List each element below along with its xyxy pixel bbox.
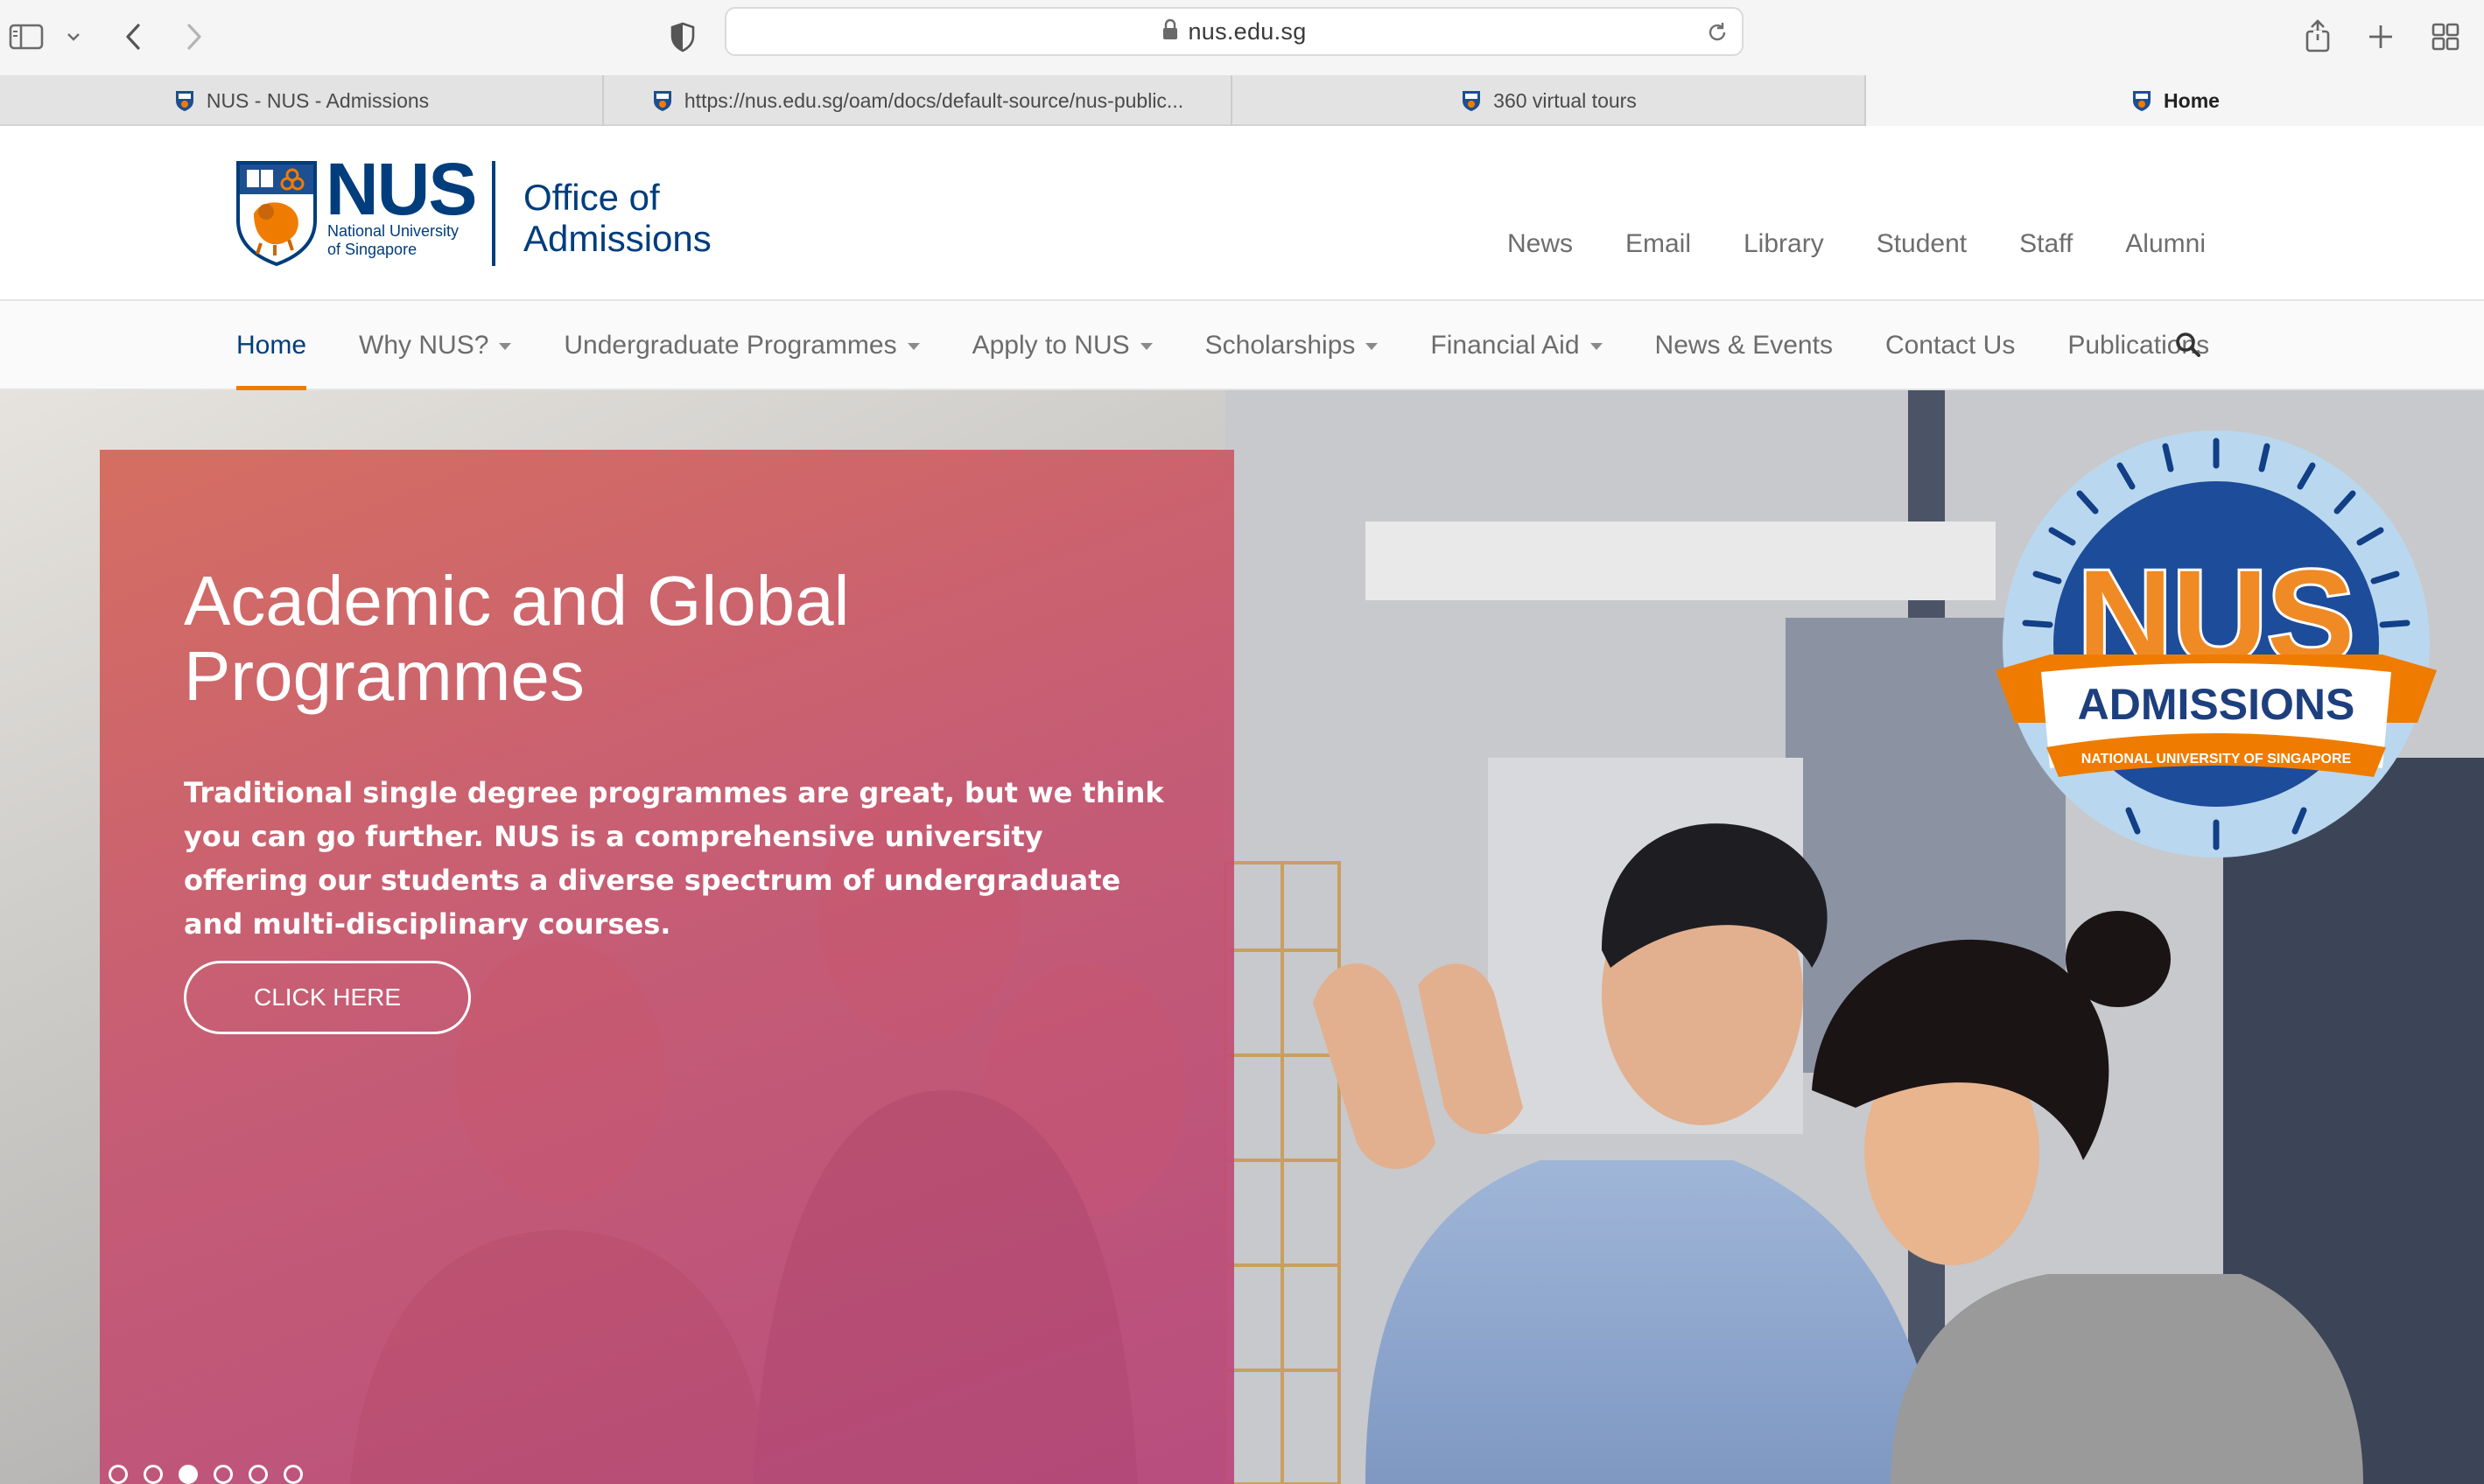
forward-icon[interactable]: [170, 12, 219, 61]
nus-admissions-badge: NUS ADMISSIONS NATIONAL UNIVERSITY OF SI…: [1996, 430, 2437, 858]
tab-nus-admissions[interactable]: NUS - NUS - Admissions: [0, 75, 604, 126]
link-student[interactable]: Student: [1877, 229, 1967, 259]
tab-label: 360 virtual tours: [1493, 88, 1637, 112]
link-news[interactable]: News: [1507, 229, 1573, 259]
badge-ribbon: ADMISSIONS: [2078, 680, 2355, 729]
caret-down-icon: [1589, 343, 1603, 350]
nav-scholarships[interactable]: Scholarships: [1205, 301, 1379, 390]
share-icon[interactable]: [2293, 12, 2342, 61]
nus-fullname-line-1: National University: [327, 222, 460, 240]
nav-label: Scholarships: [1204, 331, 1356, 360]
click-here-button[interactable]: CLICK HERE: [184, 961, 471, 1034]
nus-favicon-icon: [1460, 89, 1483, 112]
link-alumni[interactable]: Alumni: [2125, 229, 2206, 259]
hero-carousel: Academic and Global Programmes Tradition…: [0, 390, 2484, 1484]
chevron-down-icon[interactable]: [49, 12, 98, 61]
url-text: nus.edu.sg: [1188, 18, 1307, 45]
badge-ribbon-sub: NATIONAL UNIVERSITY OF SINGAPORE: [2081, 752, 2352, 766]
caret-down-icon: [907, 343, 920, 350]
logo-divider: [492, 161, 495, 266]
caret-down-icon: [499, 343, 512, 350]
nav-label: Home: [236, 331, 307, 360]
hero-title: Academic and Global Programmes: [184, 564, 1059, 713]
nus-favicon-icon: [173, 89, 196, 112]
browser-window: nus.edu.sg NUS - NUS - Admissions https:…: [0, 0, 2484, 1484]
new-tab-icon[interactable]: [2356, 12, 2405, 61]
tab-virtual-tours[interactable]: 360 virtual tours: [1232, 75, 1866, 126]
nav-label: Apply to NUS: [972, 331, 1130, 360]
nav-contact-us[interactable]: Contact Us: [1885, 301, 2015, 390]
nav-undergraduate-programmes[interactable]: Undergraduate Programmes: [564, 301, 920, 390]
nav-financial-aid[interactable]: Financial Aid: [1430, 301, 1603, 390]
nav-label: Financial Aid: [1430, 331, 1580, 360]
sidebar-toggle-icon[interactable]: [2, 12, 51, 61]
tab-label: NUS - NUS - Admissions: [206, 88, 430, 112]
tab-bar: NUS - NUS - Admissions https://nus.edu.s…: [0, 75, 2484, 126]
carousel-indicators: [109, 1465, 303, 1484]
nus-wordmark: NUS: [326, 148, 477, 230]
hero-card: Academic and Global Programmes Tradition…: [100, 450, 1234, 1484]
nav-news-events[interactable]: News & Events: [1655, 301, 1833, 390]
nav-apply-to-nus[interactable]: Apply to NUS: [972, 301, 1153, 390]
carousel-dot-5[interactable]: [249, 1465, 268, 1484]
caret-down-icon: [1140, 343, 1153, 350]
nav-label: Contact Us: [1884, 331, 2016, 360]
tab-overview-icon[interactable]: [2421, 12, 2470, 61]
carousel-dot-4[interactable]: [214, 1465, 233, 1484]
nus-favicon-icon: [2130, 89, 2153, 112]
tab-pdf[interactable]: https://nus.edu.sg/oam/docs/default-sour…: [604, 75, 1232, 126]
tab-home[interactable]: Home: [1866, 75, 2484, 126]
address-bar[interactable]: nus.edu.sg: [725, 7, 1744, 56]
nav-why-nus[interactable]: Why NUS?: [359, 301, 512, 390]
nus-favicon-icon: [651, 89, 674, 112]
nus-crest-icon: [236, 161, 317, 267]
office-title-line-2: Admissions: [523, 218, 712, 260]
search-icon[interactable]: [2174, 331, 2202, 363]
nus-fullname: National University of Singapore: [327, 222, 502, 258]
carousel-dot-6[interactable]: [284, 1465, 303, 1484]
hero-description: Traditional single degree programmes are…: [184, 776, 1164, 941]
tab-label: Home: [2164, 88, 2220, 112]
link-staff[interactable]: Staff: [2019, 229, 2073, 259]
browser-toolbar: nus.edu.sg: [0, 0, 2484, 75]
reload-icon[interactable]: [1705, 20, 1730, 49]
carousel-dot-3[interactable]: [179, 1465, 198, 1484]
hero-title-line-2: Programmes: [184, 636, 585, 715]
nus-fullname-line-2: of Singapore: [327, 240, 418, 258]
main-nav: Home Why NUS? Undergraduate Programmes A…: [0, 301, 2484, 390]
privacy-shield-icon[interactable]: [658, 12, 707, 61]
lock-icon: [1161, 18, 1179, 46]
tab-label: https://nus.edu.sg/oam/docs/default-sour…: [684, 88, 1184, 112]
nav-home[interactable]: Home: [236, 301, 307, 390]
hero-title-line-1: Academic and Global: [184, 562, 850, 640]
nus-logo[interactable]: NUS National University of Singapore Off…: [235, 152, 712, 268]
link-library[interactable]: Library: [1744, 229, 1824, 259]
nav-label: Undergraduate Programmes: [564, 331, 897, 360]
carousel-dot-2[interactable]: [144, 1465, 163, 1484]
office-title-line-1: Office of: [523, 177, 660, 218]
site-header: NUS National University of Singapore Off…: [0, 126, 2484, 301]
nav-label: Why NUS?: [359, 331, 489, 360]
office-of-admissions-title: Office of Admissions: [523, 177, 751, 259]
caret-down-icon: [1365, 343, 1379, 350]
utility-links: News Email Library Student Staff Alumni: [1507, 229, 2206, 259]
nav-label: News & Events: [1654, 331, 1833, 360]
carousel-dot-1[interactable]: [109, 1465, 128, 1484]
link-email[interactable]: Email: [1625, 229, 1691, 259]
back-icon[interactable]: [109, 12, 158, 61]
